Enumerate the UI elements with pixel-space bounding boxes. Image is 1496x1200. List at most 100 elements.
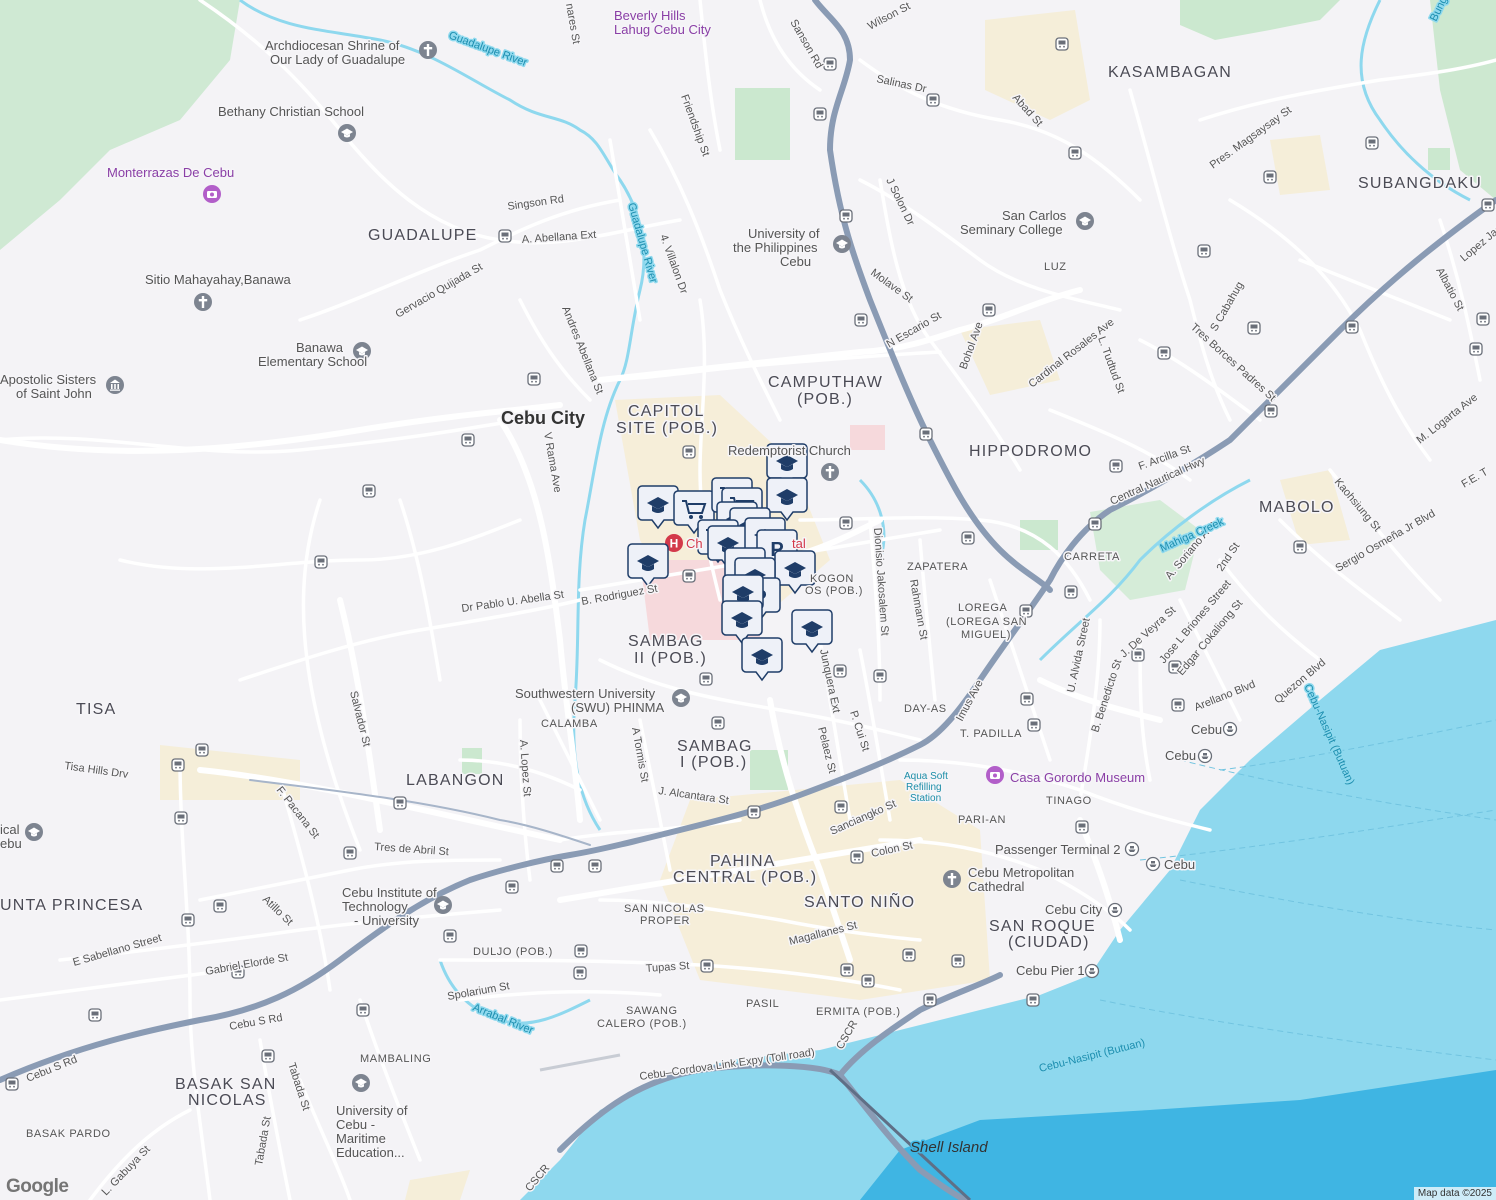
poi-label: Cebu [1191,722,1222,737]
area-label: LABANGON [406,772,505,789]
poi-label: Southwestern University [515,686,656,701]
hospital-label: Ch [686,536,703,551]
poi-label: (SWU) PHINMA [571,700,664,715]
poi-label: Lahug Cebu City [614,22,711,37]
area-label: SAMBAG [677,738,753,755]
area-label: TISA [76,701,116,718]
church-icon [821,463,839,481]
poi-label: Cebu [1165,748,1196,763]
church-icon [419,41,437,59]
school-icon [338,124,356,142]
area-label: CALAMBA [541,718,598,730]
poi-label: Redemptorist Church [728,443,851,458]
park-small-1 [1428,148,1450,170]
area-label: PAHINA [710,853,776,870]
area-label: SUBANGDAKU [1358,175,1482,192]
area-label: PARI-AN [958,814,1006,826]
area-label: SITE (POB.) [616,420,718,437]
poi-label: Cathedral [968,879,1024,894]
area-label: KOGON [810,573,854,585]
hospital-label: tal [792,536,806,551]
poi-label: the Philippines [733,240,818,255]
museum-icon [106,376,124,394]
city-label: Cebu City [501,408,585,428]
poi-label: Cebu [780,254,811,269]
area-label: SAN ROQUE [989,918,1096,935]
poi-label: Aqua Soft [904,771,948,782]
poi-label: University of [336,1103,408,1118]
area-label: PROPER [640,915,690,927]
area-label: MIGUEL) [961,629,1011,641]
poi-label: Monterrazas De Cebu [107,165,234,180]
area-label: GUADALUPE [368,227,478,244]
area-label: NICOLAS [188,1092,267,1109]
area-label: (LOREGA SAN [946,616,1027,628]
area-label: SANTO NIÑO [804,891,915,911]
svg-text:H: H [670,537,679,551]
poi-label: Cebu Pier 1 [1016,963,1085,978]
poi-label: Refilling [906,782,942,793]
area-label: LUZ [1044,261,1067,273]
poi-label: Cebu [1164,857,1195,872]
area-label: I (POB.) [680,754,747,771]
poi-label: San Carlos [1002,208,1067,223]
park-upd [735,88,790,160]
area-label: CARRETA [1064,551,1120,563]
area-label: DULJO (POB.) [473,946,553,958]
poi-label: University of [748,226,820,241]
area-label: KASAMBAGAN [1108,64,1232,81]
area-label: SAWANG [626,1005,678,1017]
poi-label: ical [0,822,20,837]
poi-label: Banawa [296,340,344,355]
poi-label: Passenger Terminal 2 [995,842,1121,857]
poi-label: Our Lady of Guadalupe [270,52,405,67]
park-carreta [1020,520,1058,550]
area-label: (POB.) [797,391,853,408]
area-label: (CIUDAD) [1008,934,1090,951]
poi-label: Cebu City [1045,902,1103,917]
church-icon [194,293,212,311]
poi-label: Casa Gorordo Museum [1010,770,1145,785]
school-icon [352,1074,370,1092]
poi-label: Education... [336,1145,405,1160]
area-label: ERMITA (POB.) [816,1006,901,1018]
poi-label: Cebu - [336,1117,375,1132]
poi-label: Maritime [336,1131,386,1146]
area-label: OS (POB.) [805,585,863,597]
poi-label: Cebu Metropolitan [968,865,1074,880]
area-label: SAMBAG [628,633,704,650]
area-label: LOREGA [958,602,1008,614]
school-icon [833,235,851,253]
area-label: TINAGO [1046,795,1092,807]
poi-label: Seminary College [960,222,1063,237]
church-icon [943,870,961,888]
poi-label: Apostolic Sisters [0,372,97,387]
poi-label: - University [354,913,420,928]
area-label: MAMBALING [360,1053,431,1065]
ferry-icon [1222,721,1238,737]
area-label: CALERO (POB.) [597,1018,687,1030]
area-label: T. PADILLA [960,728,1022,740]
school-icon [672,689,690,707]
area-label: CAPITOL [628,403,705,420]
map-canvas[interactable]: P [0,0,1496,1200]
area-label: MABOLO [1259,499,1335,516]
poi-label: Beverly Hills [614,8,686,23]
school-icon [25,823,43,841]
area-label: UNTA PRINCESA [0,897,143,914]
area-label: HIPPODROMO [969,443,1092,460]
area-label: SAN NICOLAS [624,903,705,915]
poi-label: Sitio Mahayahay,Banawa [145,272,292,287]
area-label: CAMPUTHAW [768,374,883,391]
area-label: PASIL [746,998,779,1010]
area-label: DAY-AS [904,703,947,715]
poi-label: Bethany Christian School [218,104,364,119]
ferry-icon [1124,841,1140,857]
poi-label: Station [910,793,941,804]
poi-label: Elementary School [258,354,367,369]
school-icon [1076,212,1094,230]
ferry-icon [1145,856,1161,872]
camera-icon [986,766,1004,784]
area-label: ZAPATERA [907,561,968,573]
area-label: CENTRAL (POB.) [673,869,817,886]
